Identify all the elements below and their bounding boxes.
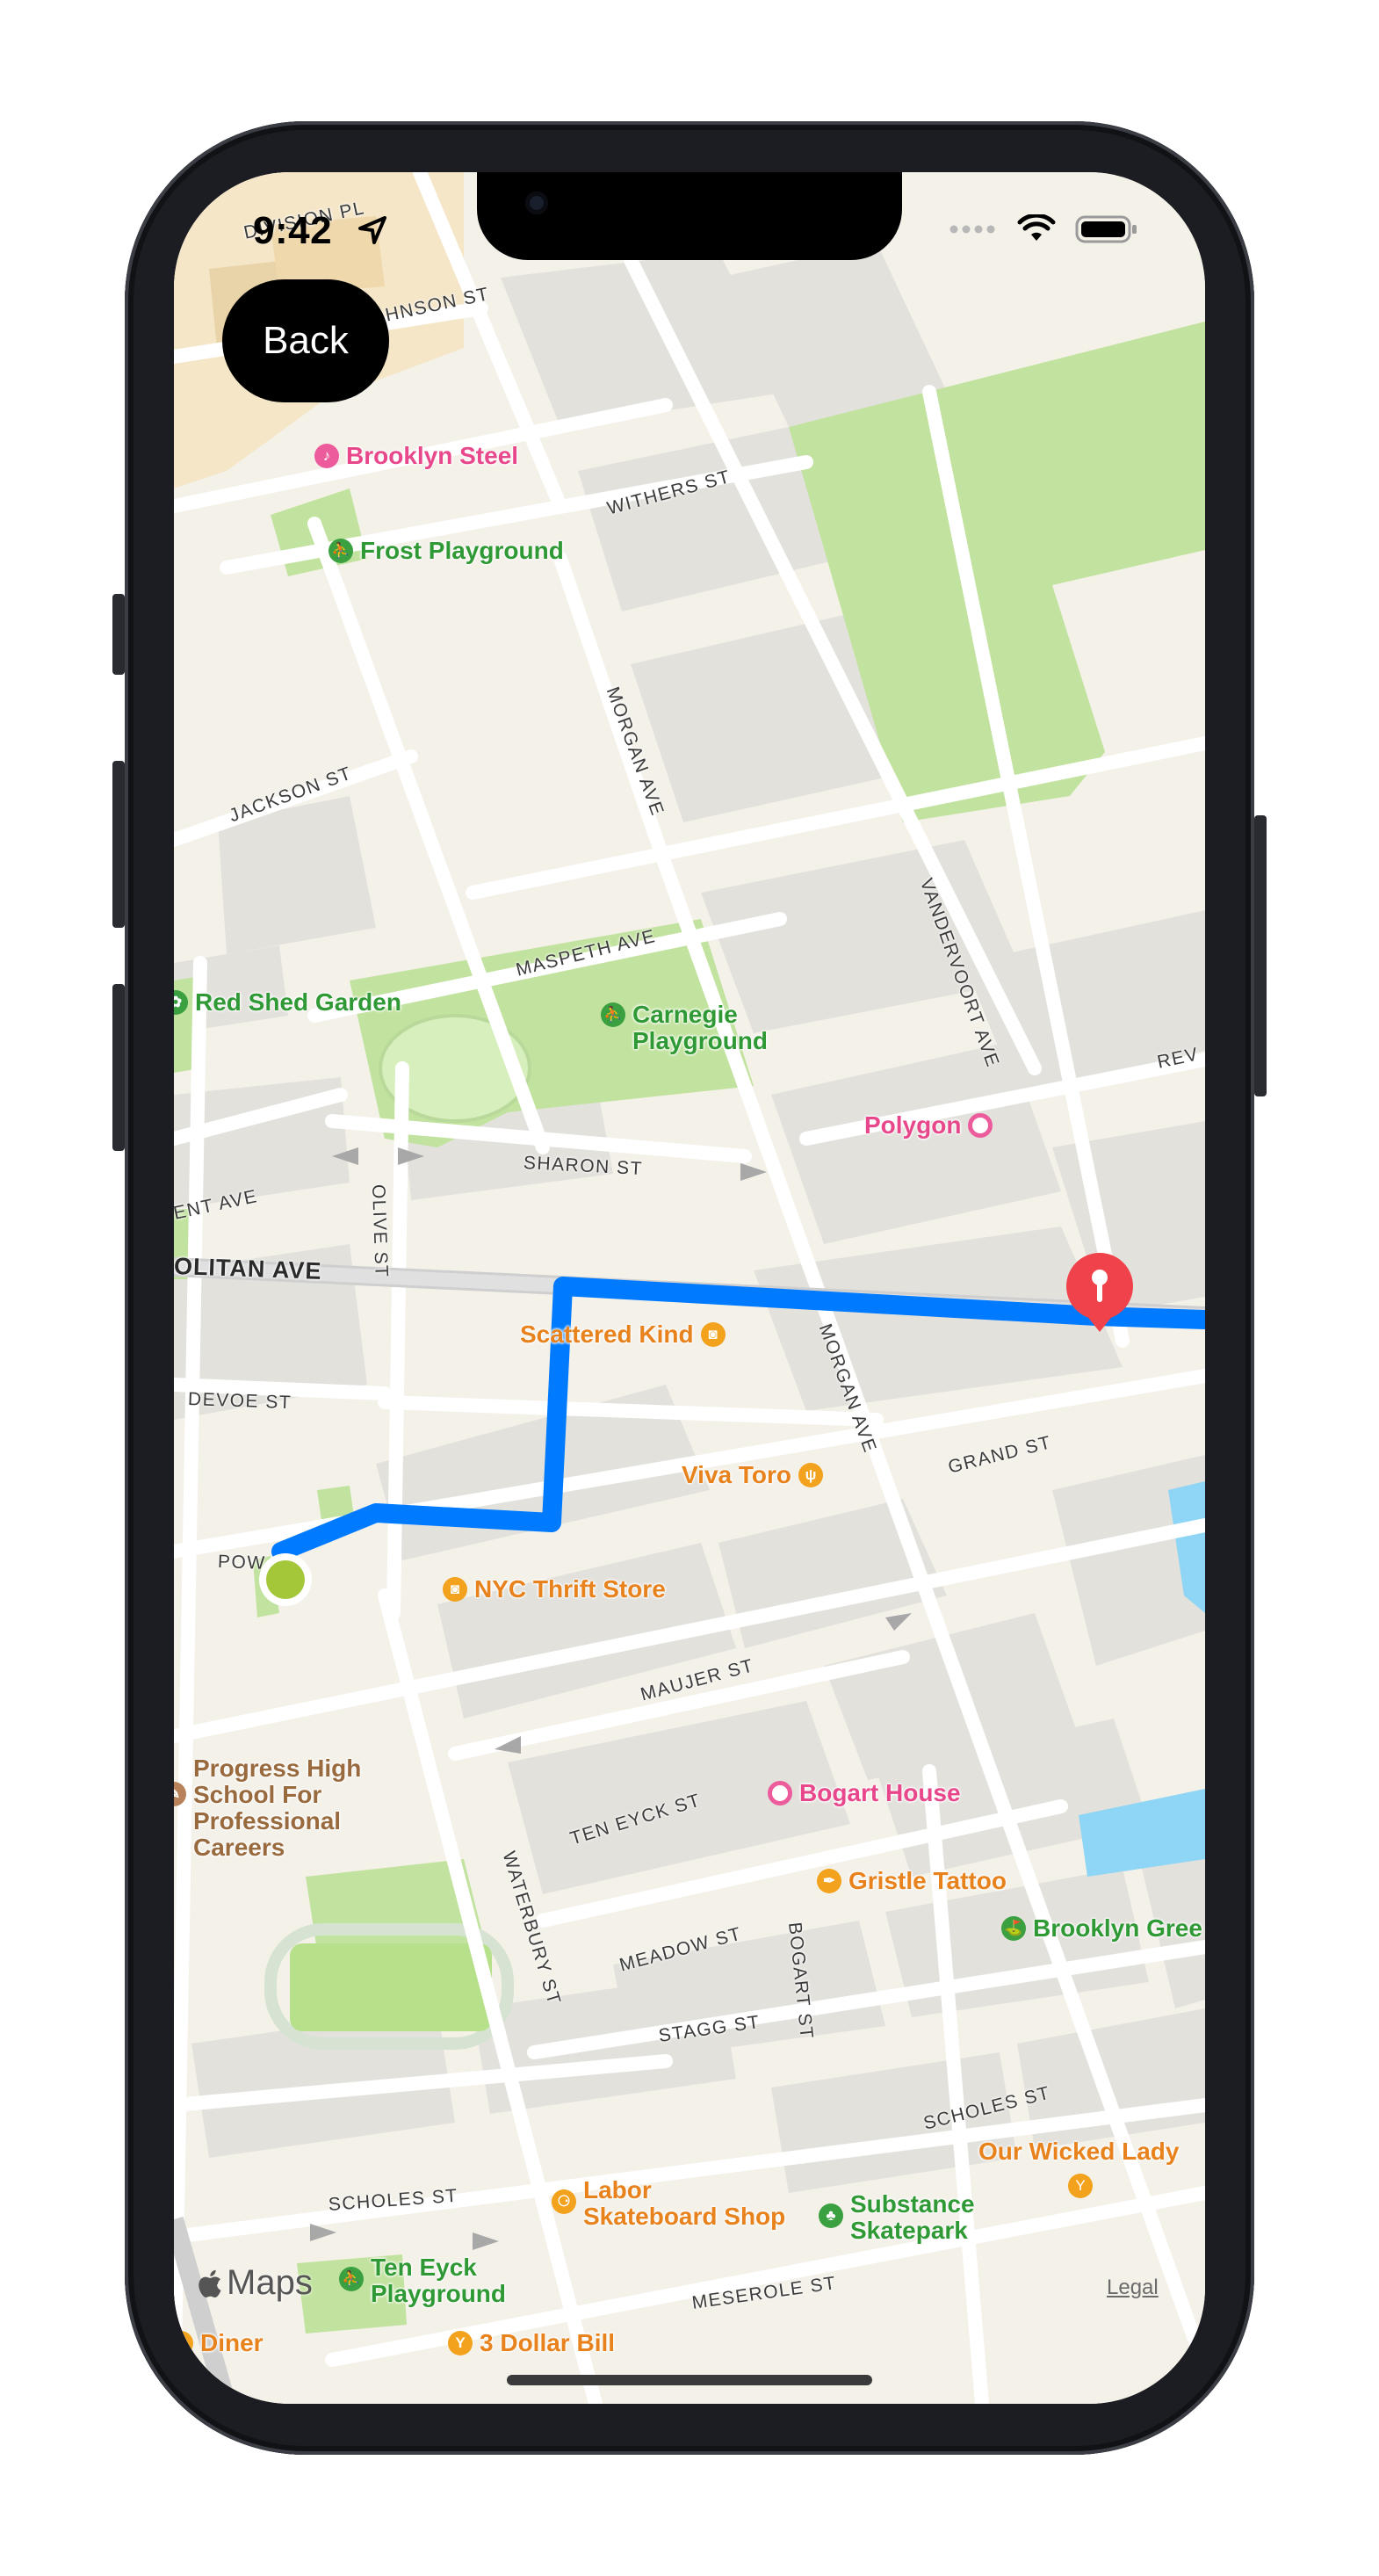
origin-marker bbox=[259, 1553, 312, 1606]
poi-label: 3 Dollar Bill bbox=[480, 2329, 616, 2356]
poi-labor-skateboard-shop[interactable]: ⚆ Labor Skateboard Shop bbox=[552, 2177, 785, 2230]
poi-label: Diner bbox=[200, 2329, 264, 2356]
poi-viva-toro[interactable]: ψ Viva Toro bbox=[682, 1461, 824, 1488]
poi-label: Our Wicked Lady bbox=[978, 2138, 1180, 2165]
point-icon bbox=[768, 1781, 792, 1805]
poi-nyc-thrift-store[interactable]: ◙ NYC Thrift Store bbox=[443, 1576, 666, 1603]
back-button[interactable]: Back bbox=[222, 279, 389, 402]
bar-icon: Y bbox=[1068, 2174, 1093, 2198]
wifi-icon bbox=[1017, 214, 1056, 241]
park-icon: ✿ bbox=[174, 990, 188, 1015]
point-icon bbox=[968, 1113, 993, 1138]
restaurant-icon: ψ bbox=[798, 1463, 824, 1487]
poi-polygon[interactable]: Polygon bbox=[864, 1112, 993, 1139]
poi-carnegie-playground[interactable]: ⛹ Carnegie Playground bbox=[601, 1002, 768, 1054]
poi-label: Red Shed Garden bbox=[195, 988, 401, 1016]
dynamic-notch bbox=[477, 172, 902, 260]
poi-label: Viva Toro bbox=[682, 1461, 792, 1488]
poi-label: Progress High School For Professional Ca… bbox=[193, 1755, 362, 1861]
park-icon: ⛳ bbox=[1001, 1916, 1026, 1941]
poi-label: Brooklyn Gree bbox=[1033, 1914, 1202, 1942]
poi-label: Gristle Tattoo bbox=[848, 1867, 1007, 1894]
power-button bbox=[1254, 815, 1267, 1096]
poi-label: Ten Eyck Playground bbox=[371, 2254, 507, 2307]
poi-label: Bogart House bbox=[799, 1779, 961, 1806]
music-icon: ♪ bbox=[314, 444, 339, 468]
status-indicators bbox=[949, 214, 1138, 244]
poi-frost-playground[interactable]: ⛹ Frost Playground bbox=[329, 538, 564, 564]
poi-label: Scattered Kind bbox=[520, 1321, 694, 1348]
poi-brooklyn-steel[interactable]: ♪ Brooklyn Steel bbox=[314, 443, 518, 469]
battery-icon bbox=[1075, 215, 1137, 243]
poi-3-dollar-bill[interactable]: Y 3 Dollar Bill bbox=[448, 2330, 615, 2356]
poi-gristle-tattoo[interactable]: ✒ Gristle Tattoo bbox=[817, 1868, 1007, 1894]
tattoo-icon: ✒ bbox=[817, 1869, 841, 1893]
poi-ten-eyck-playground[interactable]: ⛹ Ten Eyck Playground bbox=[339, 2254, 506, 2307]
poi-label: Polygon bbox=[864, 1111, 962, 1139]
home-indicator[interactable] bbox=[507, 2375, 872, 2385]
shopping-bag-icon: ◙ bbox=[443, 1577, 467, 1602]
avenue-label: OLITAN AVE bbox=[174, 1253, 322, 1284]
school-icon: ✎ bbox=[174, 1782, 186, 1806]
skateboard-icon: ⚆ bbox=[552, 2189, 576, 2214]
poi-substance-skatepark[interactable]: ♣ Substance Skatepark bbox=[819, 2191, 975, 2244]
street-label: OLIVE ST bbox=[368, 1183, 392, 1278]
poi-progress-high-school[interactable]: ✎ Progress High School For Professional … bbox=[174, 1755, 361, 1861]
playground-icon: ⛹ bbox=[329, 539, 353, 563]
restaurant-icon: ψ bbox=[174, 2331, 193, 2355]
poi-diner[interactable]: ψ Diner bbox=[174, 2330, 264, 2356]
legal-link[interactable]: Legal bbox=[1107, 2276, 1159, 2300]
apple-logo-icon bbox=[199, 2269, 221, 2297]
playground-icon: ⛹ bbox=[601, 1002, 625, 1027]
poi-bogart-house[interactable]: Bogart House bbox=[768, 1780, 961, 1806]
poi-scattered-kind[interactable]: ◙ Scattered Kind bbox=[520, 1321, 726, 1348]
poi-label: Carnegie Playground bbox=[632, 1001, 769, 1054]
poi-label: Brooklyn Steel bbox=[346, 442, 519, 469]
maps-attribution: Maps bbox=[197, 2263, 313, 2303]
poi-label: Labor Skateboard Shop bbox=[583, 2176, 786, 2230]
front-camera bbox=[525, 192, 548, 214]
location-arrow-icon bbox=[358, 216, 386, 244]
poi-brooklyn-greenway[interactable]: ⛳ Brooklyn Gree bbox=[1001, 1915, 1202, 1942]
poi-label: Substance Skatepark bbox=[850, 2190, 975, 2244]
poi-label: NYC Thrift Store bbox=[474, 1575, 666, 1603]
map-canvas[interactable] bbox=[174, 172, 1205, 2404]
status-time: 9:42 bbox=[253, 209, 333, 252]
action-button bbox=[112, 594, 125, 675]
maps-label: Maps bbox=[227, 2263, 313, 2302]
poi-label: Frost Playground bbox=[360, 537, 564, 564]
playground-icon: ⛹ bbox=[339, 2267, 364, 2291]
shopping-bag-icon: ◙ bbox=[700, 1322, 726, 1347]
street-label: DEVOE ST bbox=[187, 1389, 292, 1414]
poi-red-shed-garden[interactable]: ✿ Red Shed Garden bbox=[174, 989, 401, 1016]
street-label: POW bbox=[217, 1552, 267, 1574]
poi-our-wicked-lady[interactable]: Our Wicked Lady bbox=[978, 2138, 1179, 2165]
volume-down-button bbox=[112, 984, 125, 1151]
volume-up-button bbox=[112, 761, 125, 928]
bar-icon: Y bbox=[448, 2331, 473, 2355]
tree-icon: ♣ bbox=[819, 2203, 843, 2228]
signal-dots-icon bbox=[949, 225, 995, 234]
screen: DIVISION PL JOHNSON ST WITHERS ST JACKSO… bbox=[174, 172, 1205, 2404]
